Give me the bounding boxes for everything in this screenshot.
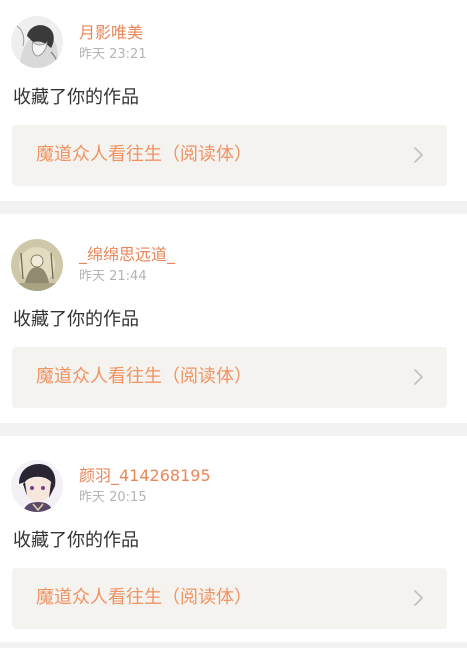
vintage-illustration-avatar-icon [11, 239, 63, 291]
user-avatar[interactable] [11, 16, 63, 68]
activity-text: 收藏了你的作品 [13, 309, 139, 330]
notification-card: 月影唯美 昨天 23:21 收藏了你的作品 魔道众人看往生（阅读体） [0, 0, 467, 201]
work-title: 魔道众人看往生（阅读体） [36, 144, 252, 165]
work-title: 魔道众人看往生（阅读体） [36, 587, 252, 608]
work-link[interactable]: 魔道众人看往生（阅读体） [12, 568, 447, 629]
chevron-right-icon [413, 146, 425, 164]
user-avatar[interactable] [11, 460, 63, 512]
notification-card: _绵绵思远道_ 昨天 21:44 收藏了你的作品 魔道众人看往生（阅读体） [0, 214, 467, 423]
chevron-right-icon [413, 589, 425, 607]
work-title: 魔道众人看往生（阅读体） [36, 366, 252, 387]
timestamp: 昨天 20:15 [79, 490, 147, 505]
username[interactable]: 颜羽_414268195 [79, 466, 211, 486]
anime-girl-sketch-avatar-icon [11, 16, 63, 68]
notification-card: 颜羽_414268195 昨天 20:15 收藏了你的作品 魔道众人看往生（阅读… [0, 436, 467, 642]
notification-feed: 月影唯美 昨天 23:21 收藏了你的作品 魔道众人看往生（阅读体） _绵绵思远… [0, 0, 467, 648]
username[interactable]: _绵绵思远道_ [79, 245, 175, 265]
work-link[interactable]: 魔道众人看往生（阅读体） [12, 125, 447, 186]
chevron-right-icon [413, 368, 425, 386]
anime-boy-avatar-icon [11, 460, 63, 512]
user-avatar[interactable] [11, 239, 63, 291]
work-link[interactable]: 魔道众人看往生（阅读体） [12, 347, 447, 408]
username[interactable]: 月影唯美 [79, 23, 143, 43]
timestamp: 昨天 23:21 [79, 47, 147, 62]
activity-text: 收藏了你的作品 [13, 87, 139, 108]
timestamp: 昨天 21:44 [79, 269, 147, 284]
activity-text: 收藏了你的作品 [13, 530, 139, 551]
